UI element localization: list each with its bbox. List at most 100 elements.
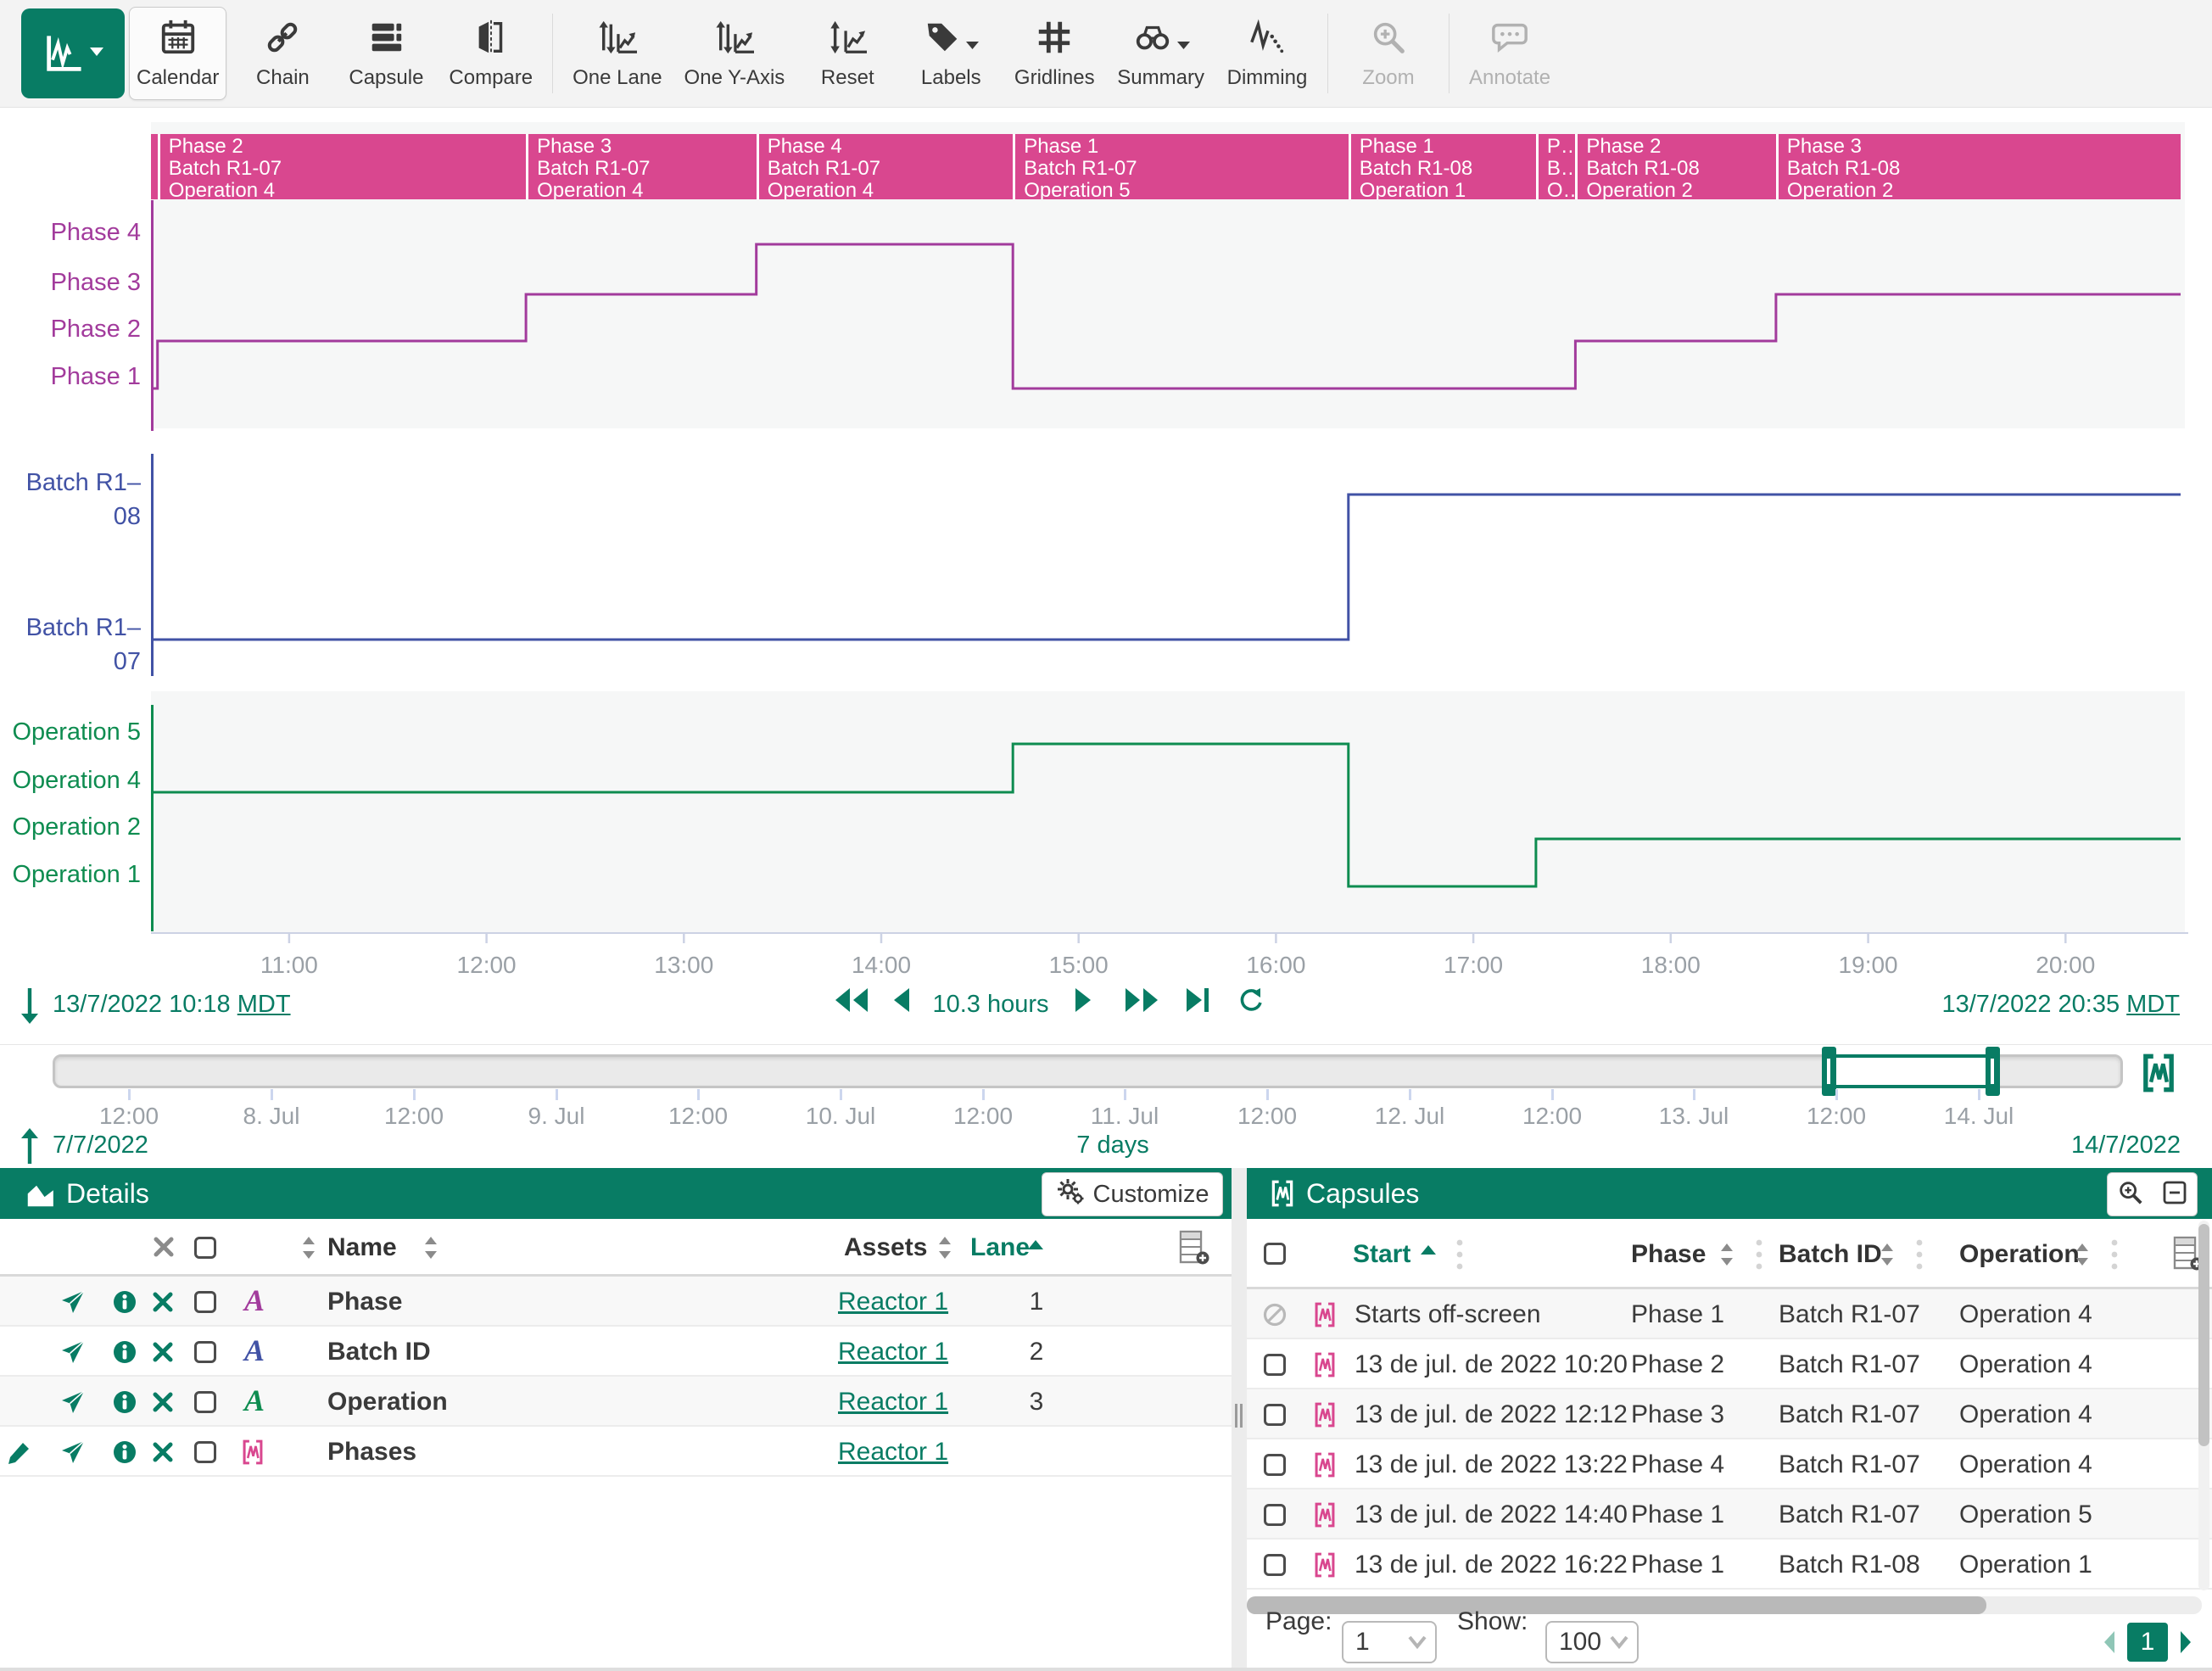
sort-icon[interactable] <box>938 1236 952 1264</box>
sort-icon[interactable] <box>1880 1243 1894 1271</box>
row-checkbox[interactable] <box>194 1341 216 1363</box>
chain-button[interactable]: Chain <box>235 8 330 99</box>
horizontal-scrollbar[interactable] <box>1247 1596 2202 1614</box>
row-checkbox[interactable] <box>1264 1504 1286 1526</box>
asset-link[interactable]: Reactor 1 <box>838 1377 948 1427</box>
calendar-button[interactable]: Calendar <box>129 7 226 100</box>
details-row[interactable]: ABatch IDReactor 12 <box>0 1327 1232 1377</box>
dimming-button[interactable]: Dimming <box>1220 8 1315 99</box>
one-lane-button[interactable]: One Lane <box>566 8 668 99</box>
asset-link[interactable]: Reactor 1 <box>838 1427 948 1477</box>
gridlines-button[interactable]: Gridlines <box>1007 8 1102 99</box>
details-row[interactable]: AOperationReactor 13 <box>0 1377 1232 1427</box>
capsule-bar-segment[interactable]: Phase 1Batch R1-08Operation 1 <box>1349 134 1536 199</box>
scrubber-handle-right[interactable] <box>1986 1047 2000 1096</box>
remove-icon[interactable] <box>152 1291 174 1317</box>
display-range-end[interactable]: 13/7/2022 20:35 MDT <box>1841 991 2180 1019</box>
page-select[interactable]: 1 <box>1342 1621 1437 1663</box>
scrubber-selection[interactable] <box>1829 1054 1992 1088</box>
show-select[interactable]: 100 <box>1545 1621 1639 1663</box>
timezone-link[interactable]: MDT <box>2126 991 2180 1018</box>
info-icon[interactable] <box>112 1389 137 1419</box>
step-back-icon[interactable] <box>891 986 913 1018</box>
column-header-operation[interactable]: Operation <box>1959 1219 2080 1289</box>
capsule-row[interactable]: 13 de jul. de 2022 16:22Phase 1Batch R1-… <box>1247 1540 2212 1590</box>
details-row[interactable]: APhaseReactor 11 <box>0 1277 1232 1327</box>
labels-button[interactable]: Labels <box>903 8 998 99</box>
capsule-bar-segment[interactable]: Phase 1Batch R1-07Operation 5 <box>1013 134 1349 199</box>
column-header-lane[interactable]: Lane <box>970 1219 1030 1277</box>
asset-swap-icon[interactable] <box>59 1338 87 1370</box>
vertical-scrollbar[interactable] <box>2198 1221 2209 1590</box>
capsule-row[interactable]: 13 de jul. de 2022 13:22Phase 4Batch R1-… <box>1247 1439 2212 1489</box>
asset-swap-icon[interactable] <box>59 1439 87 1470</box>
row-checkbox[interactable] <box>194 1291 216 1313</box>
capsule-bar-segment[interactable]: Phase 3Batch R1-08Operation 2 <box>1776 134 2181 199</box>
sort-icon[interactable] <box>1720 1243 1734 1271</box>
one-y-axis-button[interactable]: One Y-Axis <box>678 8 792 99</box>
reset-button[interactable]: Reset <box>800 8 895 99</box>
asset-swap-icon[interactable] <box>59 1288 87 1320</box>
scrubber-track[interactable] <box>53 1054 2123 1088</box>
column-menu-icon[interactable] <box>1916 1238 1923 1276</box>
remove-all-icon[interactable] <box>153 1236 175 1262</box>
capsule-row[interactable]: 13 de jul. de 2022 12:12Phase 3Batch R1-… <box>1247 1389 2212 1439</box>
timezone-link[interactable]: MDT <box>237 991 291 1018</box>
capsule-time-icon[interactable] <box>2139 1052 2178 1098</box>
sort-icon[interactable] <box>2075 1243 2089 1271</box>
details-row[interactable]: PhasesReactor 1 <box>0 1427 1232 1477</box>
zoom-to-capsule-button[interactable] <box>2107 1172 2153 1216</box>
app-logo-button[interactable] <box>21 8 125 98</box>
column-header-batch-id[interactable]: Batch ID <box>1779 1219 1882 1289</box>
sort-asc-icon[interactable] <box>1421 1244 1436 1260</box>
info-icon[interactable] <box>112 1289 137 1319</box>
step-forward-icon[interactable] <box>1072 986 1094 1018</box>
scrollbar-thumb[interactable] <box>2198 1224 2209 1446</box>
summary-button[interactable]: Summary <box>1110 8 1211 99</box>
display-range-start[interactable]: 13/7/2022 10:18 MDT <box>53 991 291 1019</box>
asset-link[interactable]: Reactor 1 <box>838 1277 948 1327</box>
extend-range-start-icon[interactable] <box>19 986 41 1030</box>
sort-icon[interactable] <box>424 1236 438 1264</box>
capsule-row[interactable]: 13 de jul. de 2022 14:40Phase 1Batch R1-… <box>1247 1489 2212 1540</box>
capsule-bar-segment[interactable]: P…B…O… <box>1536 134 1576 199</box>
info-icon[interactable] <box>112 1439 137 1469</box>
remove-icon[interactable] <box>152 1441 174 1467</box>
edit-pencil-icon[interactable] <box>7 1439 32 1469</box>
column-menu-icon[interactable] <box>2111 1238 2118 1276</box>
investigate-range-start[interactable]: 7/7/2022 <box>53 1132 148 1160</box>
column-menu-icon[interactable] <box>1756 1238 1762 1276</box>
sort-asc-icon[interactable] <box>1028 1239 1043 1255</box>
row-checkbox[interactable] <box>1264 1404 1286 1426</box>
row-checkbox[interactable] <box>1264 1454 1286 1476</box>
row-checkbox[interactable] <box>1264 1554 1286 1576</box>
remove-icon[interactable] <box>152 1391 174 1417</box>
asset-swap-icon[interactable] <box>59 1389 87 1420</box>
capsule-bar-segment[interactable]: Phase 4Batch R1-07Operation 4 <box>757 134 1014 199</box>
extend-investigate-start-icon[interactable] <box>19 1126 41 1170</box>
column-header-name[interactable]: Name <box>327 1219 397 1277</box>
prev-page-icon[interactable] <box>2100 1628 2119 1661</box>
step-to-end-icon[interactable] <box>1184 986 1211 1018</box>
row-checkbox[interactable] <box>194 1391 216 1413</box>
collapse-panel-button[interactable] <box>2152 1172 2198 1216</box>
step-back-fast-icon[interactable] <box>834 986 869 1018</box>
scrubber-handle-left[interactable] <box>1822 1047 1836 1096</box>
column-menu-icon[interactable] <box>1456 1238 1463 1276</box>
capsule-row[interactable]: Starts off-screenPhase 1Batch R1-07Opera… <box>1247 1289 2212 1339</box>
capsule-bar-segment[interactable]: Phase 2Batch R1-07Operation 4 <box>158 134 527 199</box>
asset-link[interactable]: Reactor 1 <box>838 1327 948 1377</box>
panel-splitter[interactable] <box>1232 1168 1247 1671</box>
scrollbar-thumb[interactable] <box>1247 1596 1986 1614</box>
column-header-start[interactable]: Start <box>1353 1219 1410 1289</box>
row-checkbox[interactable] <box>194 1441 216 1463</box>
investigate-range-duration[interactable]: 7 days <box>1028 1132 1198 1160</box>
capsule-bar-segment[interactable]: Phase 2Batch R1-08Operation 2 <box>1575 134 1775 199</box>
compare-button[interactable]: Compare <box>442 8 539 99</box>
select-all-checkbox[interactable] <box>1264 1243 1286 1265</box>
row-checkbox[interactable] <box>1264 1354 1286 1376</box>
capsule-button[interactable]: Capsule <box>338 8 433 99</box>
column-header-phase[interactable]: Phase <box>1631 1219 1706 1289</box>
current-page-button[interactable]: 1 <box>2127 1623 2168 1662</box>
step-forward-fast-icon[interactable] <box>1124 986 1159 1018</box>
